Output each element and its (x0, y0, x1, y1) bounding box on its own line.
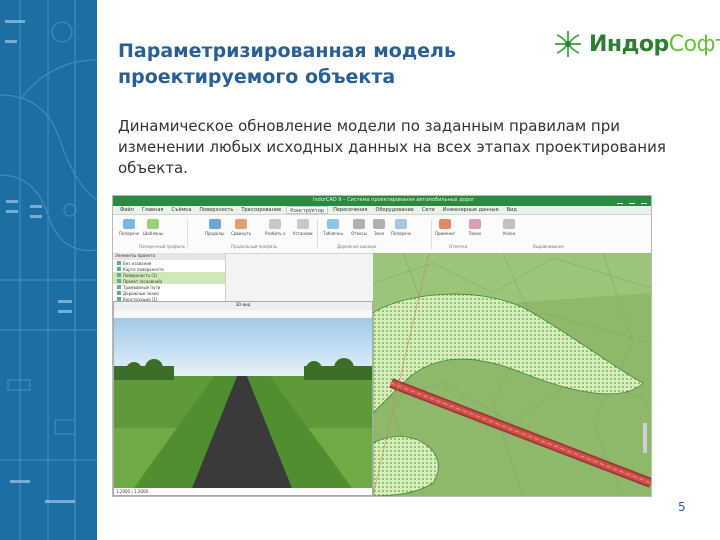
logo-mark-icon (555, 31, 581, 57)
ribbon-group-label: Дорожная одежда (337, 244, 377, 249)
ribbon-button[interactable]: Уклон (499, 219, 519, 237)
slide-title-line-1: Параметризированная модель (118, 40, 456, 62)
ribbon-button[interactable]: Поиск (465, 219, 485, 237)
ribbon-button[interactable]: Применить правила (435, 219, 455, 237)
road-3d-rendering (114, 318, 372, 488)
view-3d-status: 1:2000 | 1:2000 (116, 489, 149, 494)
view-3d-window[interactable]: 3D-вид 1:2000 | 1:2000 (113, 301, 373, 496)
ribbon-separator (317, 219, 318, 249)
ribbon-button[interactable]: Поперечный профиль (119, 219, 139, 237)
ribbon-group-label: Выравнивание (533, 244, 564, 249)
menu-item[interactable]: Главная (139, 206, 167, 214)
menu-item[interactable]: Вид (504, 206, 520, 214)
menu-item-active[interactable]: Конструктор (286, 206, 329, 214)
page-number: 5 (678, 500, 686, 514)
ribbon-button[interactable]: Разбить элемент (265, 219, 285, 237)
ribbon-button[interactable]: Сдвинуть элемент (231, 219, 251, 237)
ribbon-separator (431, 219, 432, 249)
ribbon-separator (187, 219, 188, 249)
ribbon-button[interactable]: Продольный профиль (205, 219, 225, 237)
logo-text-bold: Индор (589, 31, 669, 57)
app-title-bar: IndorCAD 9 – Система проектирования авто… (113, 196, 651, 206)
menu-item[interactable]: Поверхность (196, 206, 236, 214)
slide-title-line-2: проектируемого объекта (118, 66, 396, 88)
ribbon-button[interactable]: Табличный редактор (323, 219, 343, 237)
menu-item[interactable]: Съёмка (168, 206, 194, 214)
ribbon-group-label: Поперечный профиль (139, 244, 186, 249)
view-3d-title: 3D-вид (114, 302, 372, 310)
ribbon-group-label: Продольный профиль (231, 244, 278, 249)
decorative-left-band (0, 0, 97, 540)
ribbon-button[interactable]: Зона (369, 219, 389, 237)
maximize-icon[interactable] (629, 197, 635, 204)
company-logo: ИндорСофт (553, 24, 720, 64)
ribbon-button[interactable]: Установить отметки (293, 219, 313, 237)
project-tree-header: Элементы проекта (113, 253, 225, 260)
project-tree-panel: Элементы проекта Без названия Карта пове… (113, 253, 226, 302)
menu-item[interactable]: Инженерные данные (440, 206, 502, 214)
ribbon-button[interactable]: Шаблоны (143, 219, 163, 237)
slide-description: Динамическое обновление модели по заданн… (118, 117, 666, 177)
slide-title: Параметризированная модель проектируемог… (118, 38, 538, 90)
menu-item[interactable]: Пересечения (330, 206, 370, 214)
menu-item[interactable]: Трассирование (238, 206, 284, 214)
terrain-plan-drawing (372, 252, 651, 496)
menu-item[interactable]: Оборудование (373, 206, 417, 214)
ribbon-button[interactable]: Откосы (349, 219, 369, 237)
ribbon-group-label: Отметки (449, 244, 468, 249)
close-icon[interactable] (641, 197, 647, 204)
logo-text: ИндорСофт (589, 32, 720, 57)
logo-text-light: Софт (668, 31, 720, 57)
application-screenshot: IndorCAD 9 – Система проектирования авто… (112, 195, 652, 497)
minimize-icon[interactable] (617, 197, 623, 204)
plan-view-map[interactable] (372, 252, 651, 496)
app-ribbon: Поперечный профиль Шаблоны Продольный пр… (113, 215, 651, 254)
app-window-title: IndorCAD 9 – Система проектирования авто… (313, 197, 475, 203)
menu-item[interactable]: Файл (117, 206, 137, 214)
window-controls (617, 197, 647, 204)
road-scheme-background (0, 0, 97, 540)
menu-item[interactable]: Сети (419, 206, 438, 214)
ribbon-button[interactable]: Поперечник (391, 219, 411, 237)
app-menu-bar: Файл Главная Съёмка Поверхность Трассиро… (113, 206, 651, 215)
